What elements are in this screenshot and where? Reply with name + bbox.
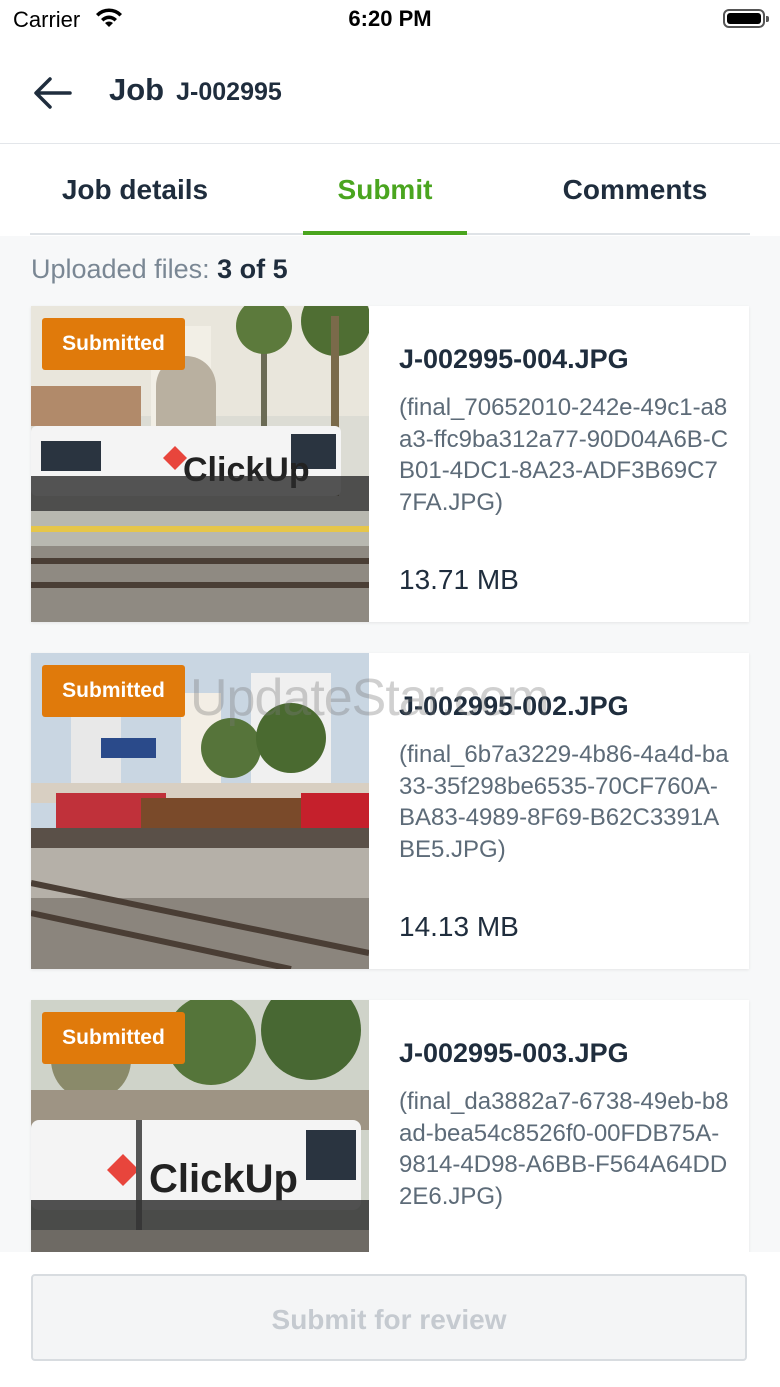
original-file-name: (final_da3882a7-6738-49eb-b8ad-bea54c852… <box>399 1088 729 1210</box>
file-thumbnail[interactable]: ClickUp Submitted <box>31 306 369 622</box>
original-file-name: (final_6b7a3229-4b86-4a4d-ba33-35f298be6… <box>399 741 729 863</box>
uploaded-label: Uploaded files: <box>31 254 210 284</box>
clock: 6:20 PM <box>348 6 432 31</box>
job-code: J-002995 <box>176 78 282 106</box>
uploaded-count: 3 of 5 <box>217 254 288 284</box>
title-label: Job <box>109 72 165 107</box>
uploaded-files-count: Uploaded files: 3 of 5 <box>31 254 288 285</box>
status-badge: Submitted <box>42 1012 185 1064</box>
file-size: 13.71 MB <box>399 564 519 595</box>
tab-comments[interactable]: Comments <box>520 144 750 236</box>
app-header: Job J-002995 <box>0 40 780 144</box>
battery-icon <box>723 9 769 28</box>
submit-for-review-button[interactable]: Submit for review <box>31 1274 747 1361</box>
back-arrow-icon[interactable] <box>30 70 76 116</box>
file-name: J-002995-003.JPG <box>399 1038 629 1068</box>
page-title: Job J-002995 <box>109 72 282 108</box>
status-badge: Submitted <box>42 665 185 717</box>
tab-bar: Job details Submit Comments <box>0 144 780 236</box>
status-badge: Submitted <box>42 318 185 370</box>
file-size: 14.13 MB <box>399 911 519 942</box>
file-card[interactable]: ClickUp Submitted J-002995-004.JPG (fina… <box>31 306 749 622</box>
file-name: J-002995-004.JPG <box>399 344 629 374</box>
tab-job-details[interactable]: Job details <box>30 144 240 236</box>
active-tab-indicator <box>303 231 467 235</box>
thumbnail-brand-text: ClickUp <box>149 1157 298 1201</box>
tab-submit[interactable]: Submit <box>303 144 467 236</box>
watermark: UpdateStar.com <box>190 669 550 727</box>
status-bar: Carrier 6:20 PM <box>0 0 780 40</box>
original-file-name: (final_70652010-242e-49c1-a8a3-ffc9ba312… <box>399 394 729 516</box>
bottom-action-bar: Submit for review <box>0 1252 780 1387</box>
